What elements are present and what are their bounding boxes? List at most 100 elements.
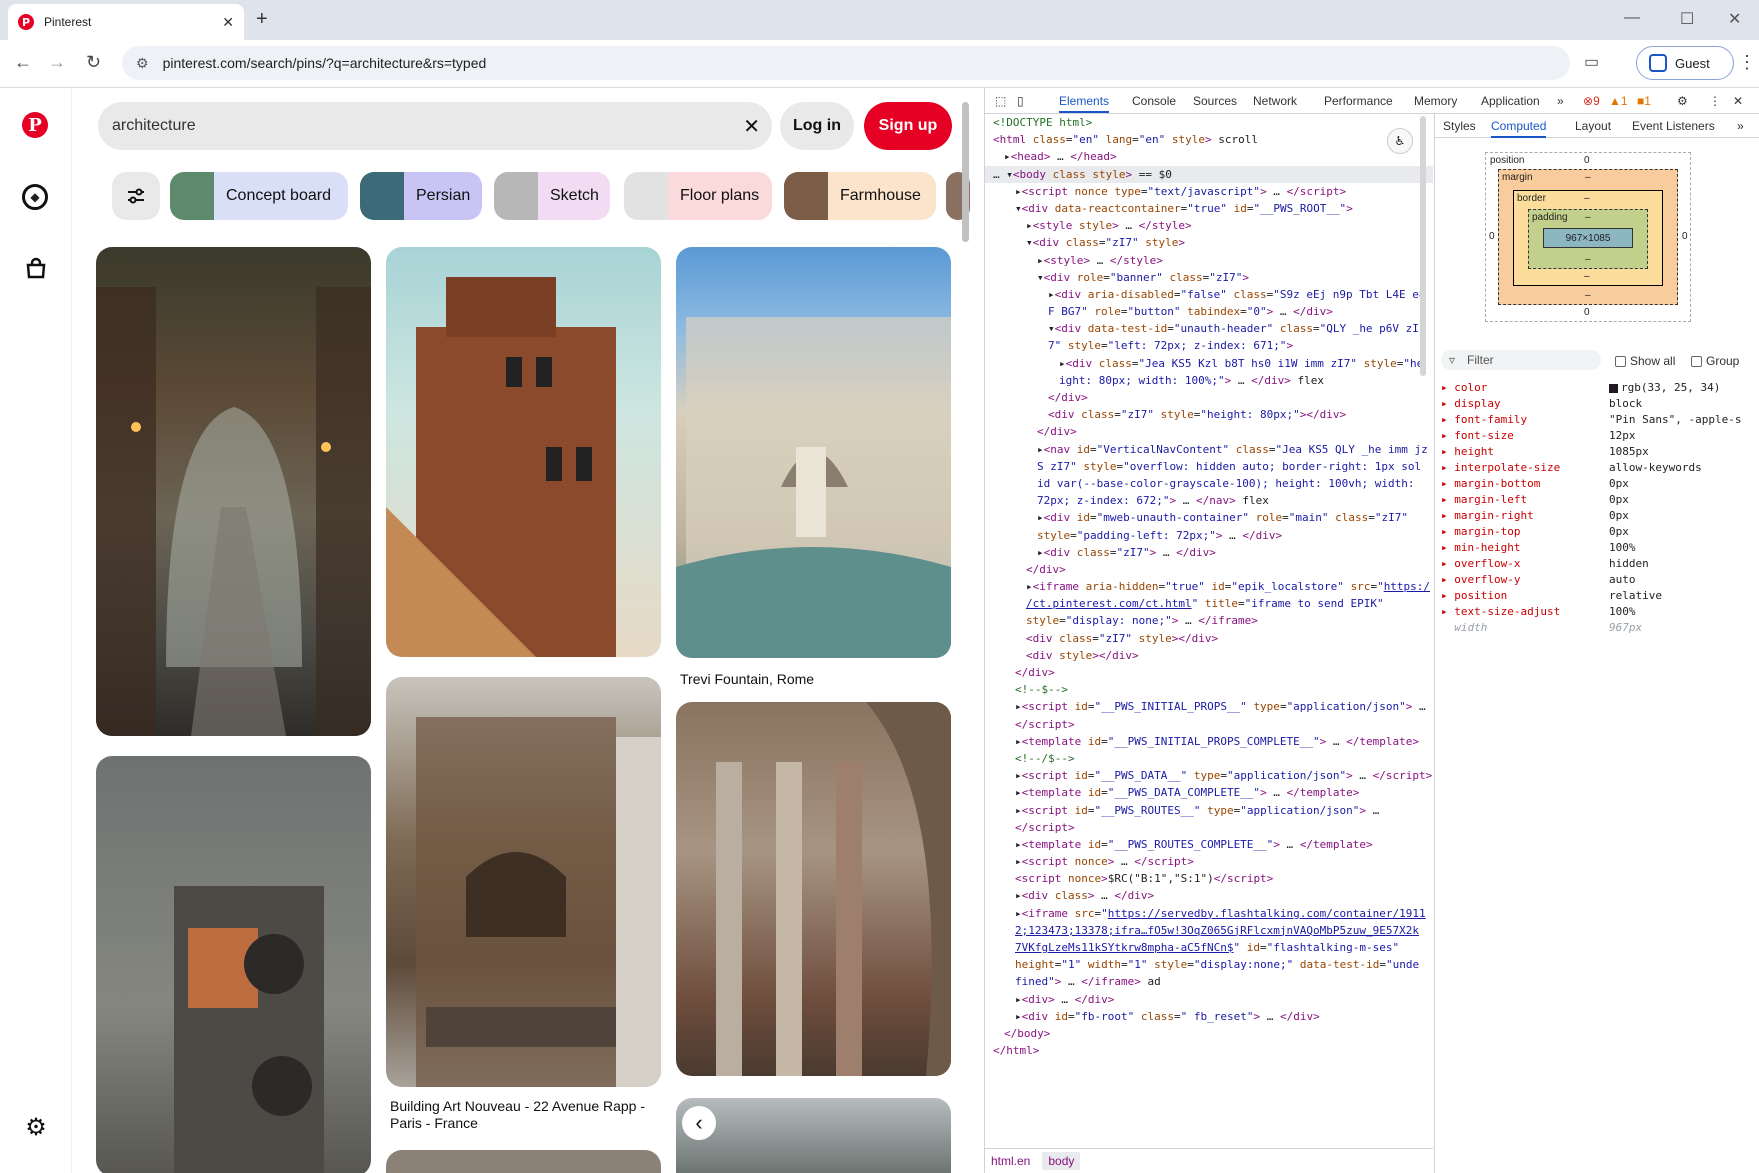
- dom-node-line[interactable]: </div>: [985, 561, 1433, 578]
- computed-property-row[interactable]: ▸ position relative: [1441, 588, 1757, 604]
- chip-sketch[interactable]: Sketch: [494, 172, 610, 220]
- dom-node-line[interactable]: ▾<div class="zI7" style>: [985, 234, 1433, 251]
- browser-tab-pinterest[interactable]: P Pinterest ✕: [8, 4, 244, 40]
- dom-node-line[interactable]: style="display: none;"> … </iframe>: [985, 612, 1433, 629]
- computed-property-row[interactable]: ▸ margin-bottom 0px: [1441, 476, 1757, 492]
- warning-count-badge[interactable]: ▲1: [1609, 94, 1628, 108]
- computed-property-row[interactable]: ▸ margin-right 0px: [1441, 508, 1757, 524]
- dom-node-line[interactable]: </div>: [985, 423, 1433, 440]
- dom-node-line[interactable]: ▸<iframe src="https://servedby.flashtalk…: [985, 905, 1433, 922]
- color-swatch[interactable]: [1609, 383, 1618, 393]
- dom-node-line[interactable]: ▸<style style> … </style>: [985, 217, 1433, 234]
- dom-node-line[interactable]: ▸<div class> … </div>: [985, 887, 1433, 904]
- dom-node-line[interactable]: 7" style="left: 72px; z-index: 671;">: [985, 337, 1433, 354]
- dom-node-line[interactable]: ▸<div id="mweb-unauth-container" role="m…: [985, 509, 1433, 526]
- dom-node-line[interactable]: fined"> … </iframe> ad: [985, 973, 1433, 990]
- dom-node-line[interactable]: … ▾<body class style> == $0: [985, 165, 1433, 183]
- tab-computed[interactable]: Computed: [1491, 119, 1547, 138]
- dom-node-line[interactable]: ▸<div class="Jea KS5 Kzl b8T hs0 i1W imm…: [985, 355, 1433, 372]
- computed-property-row[interactable]: ▸ interpolate-size allow-keywords: [1441, 460, 1757, 476]
- chip-farmhouse[interactable]: Farmhouse: [784, 172, 936, 220]
- computed-property-row[interactable]: ▸ display block: [1441, 396, 1757, 412]
- devtools-settings-icon[interactable]: ⚙: [1677, 94, 1688, 108]
- dom-node-line[interactable]: <div style></div>: [985, 647, 1433, 664]
- devtools-menu-icon[interactable]: ⋮: [1709, 94, 1721, 108]
- address-bar[interactable]: ⚙ pinterest.com/search/pins/?q=architect…: [122, 46, 1570, 80]
- profile-button[interactable]: Guest: [1636, 46, 1734, 80]
- signup-button[interactable]: Sign up: [864, 102, 952, 150]
- tab-application[interactable]: Application: [1481, 94, 1540, 108]
- dom-node-line[interactable]: </div>: [985, 664, 1433, 681]
- pin-partial-image[interactable]: [386, 1150, 661, 1173]
- computed-property-row[interactable]: ▸ color rgb(33, 25, 34): [1441, 380, 1757, 396]
- computed-property-row[interactable]: ▸ font-family "Pin Sans", -apple-s: [1441, 412, 1757, 428]
- dom-node-line[interactable]: 72px; z-index: 672;"> … </nav> flex: [985, 492, 1433, 509]
- inspect-element-icon[interactable]: ⬚: [995, 94, 1006, 108]
- tab-sources[interactable]: Sources: [1193, 94, 1237, 108]
- dom-node-line[interactable]: /ct.pinterest.com/ct.html" title="iframe…: [985, 595, 1433, 612]
- dom-node-line[interactable]: </body>: [985, 1025, 1433, 1042]
- pin-cobblestone-alley-image[interactable]: [96, 247, 371, 736]
- dom-node-line[interactable]: <div class="zI7" style="height: 80px;"><…: [985, 406, 1433, 423]
- computed-property-row[interactable]: ▸ text-size-adjust 100%: [1441, 604, 1757, 620]
- dom-node-line[interactable]: ▸<style> … </style>: [985, 252, 1433, 269]
- chip-floor-plans[interactable]: Floor plans: [624, 172, 772, 220]
- breadcrumb-html[interactable]: html.en: [991, 1154, 1030, 1168]
- dom-node-line[interactable]: 7VKfgLzeMs11kSYtkrw8mpha-aC5fNCn$" id="f…: [985, 939, 1433, 956]
- accessibility-tree-icon[interactable]: ♿: [1387, 128, 1413, 154]
- tab-memory[interactable]: Memory: [1414, 94, 1457, 108]
- explore-compass-icon[interactable]: ◆: [22, 184, 48, 210]
- dom-node-line[interactable]: id var(--base-color-grayscale-100); heig…: [985, 475, 1433, 492]
- show-all-checkbox[interactable]: Show all: [1615, 354, 1675, 368]
- dom-node-line[interactable]: <!DOCTYPE html>: [985, 114, 1433, 131]
- pin-brick-tower-image[interactable]: [386, 247, 661, 657]
- tab-performance[interactable]: Performance: [1324, 94, 1393, 108]
- dom-node-line[interactable]: <!--/$-->: [985, 750, 1433, 767]
- dom-node-line[interactable]: 2;123473;13378;ifra…fO5w!3OqZ065GjRFlcxm…: [985, 922, 1433, 939]
- tab-styles[interactable]: Styles: [1443, 119, 1476, 133]
- tab-network[interactable]: Network: [1253, 94, 1297, 108]
- tab-elements[interactable]: Elements: [1059, 94, 1110, 113]
- clear-search-icon[interactable]: ✕: [743, 114, 760, 139]
- computed-property-row[interactable]: ▸ height 1085px: [1441, 444, 1757, 460]
- forward-icon[interactable]: →: [48, 52, 66, 73]
- tab-console[interactable]: Console: [1132, 94, 1176, 108]
- dom-node-line[interactable]: ▾<div role="banner" class="zI7">: [985, 269, 1433, 286]
- dom-node-line[interactable]: ▸<div> … </div>: [985, 991, 1433, 1008]
- pin-caption-line-2[interactable]: Paris - France: [390, 1115, 478, 1132]
- pinterest-logo-icon[interactable]: P: [22, 112, 48, 138]
- dom-node-line[interactable]: <!--$-->: [985, 681, 1433, 698]
- tab-layout[interactable]: Layout: [1575, 119, 1611, 133]
- dom-node-line[interactable]: <script nonce>$RC("B:1","S:1")</script>: [985, 870, 1433, 887]
- chip-concept-board[interactable]: Concept board: [170, 172, 348, 220]
- search-input[interactable]: architecture ✕: [98, 102, 772, 150]
- dom-node-line[interactable]: <html class="en" lang="en" style> scroll: [985, 131, 1433, 148]
- dom-node-line[interactable]: ▸<script id="__PWS_DATA__" type="applica…: [985, 767, 1433, 784]
- maximize-window-icon[interactable]: ☐: [1680, 9, 1694, 29]
- dom-node-line[interactable]: </script>: [985, 716, 1433, 733]
- close-window-icon[interactable]: ✕: [1728, 9, 1741, 29]
- pin-caption-line-1[interactable]: Building Art Nouveau - 22 Avenue Rapp -: [390, 1098, 645, 1115]
- dom-node-line[interactable]: ▾<div data-reactcontainer="true" id="__P…: [985, 200, 1433, 217]
- carousel-prev-icon[interactable]: ‹: [682, 1106, 716, 1140]
- error-count-badge[interactable]: ⊗9: [1583, 94, 1600, 108]
- dom-node-line[interactable]: ▸<div id="fb-root" class=" fb_reset"> … …: [985, 1008, 1433, 1025]
- tab-event-listeners[interactable]: Event Listeners: [1632, 119, 1715, 133]
- more-sidebar-tabs-icon[interactable]: »: [1737, 119, 1744, 133]
- chip-persian[interactable]: Persian: [360, 172, 482, 220]
- pin-art-nouveau-building-image[interactable]: [386, 677, 661, 1087]
- close-devtools-icon[interactable]: ✕: [1733, 94, 1743, 108]
- computed-filter-input[interactable]: ▿ Filter: [1441, 350, 1601, 370]
- filters-sliders-icon[interactable]: [112, 172, 160, 220]
- login-button[interactable]: Log in: [780, 102, 854, 150]
- shopping-bag-icon[interactable]: [22, 254, 50, 282]
- settings-gear-icon[interactable]: ⚙: [22, 1113, 50, 1141]
- dom-node-line[interactable]: <div class="zI7" style></div>: [985, 630, 1433, 647]
- pin-caption-trevi[interactable]: Trevi Fountain, Rome: [680, 671, 814, 688]
- new-tab-icon[interactable]: +: [256, 8, 268, 31]
- dom-tree-scrollbar[interactable]: [1419, 116, 1427, 1156]
- dom-node-line[interactable]: height="1" width="1" style="display:none…: [985, 956, 1433, 973]
- cast-icon[interactable]: ▭: [1584, 52, 1599, 72]
- device-toolbar-icon[interactable]: ▯: [1017, 94, 1024, 108]
- pin-misty-forest-image[interactable]: ‹: [676, 1098, 951, 1173]
